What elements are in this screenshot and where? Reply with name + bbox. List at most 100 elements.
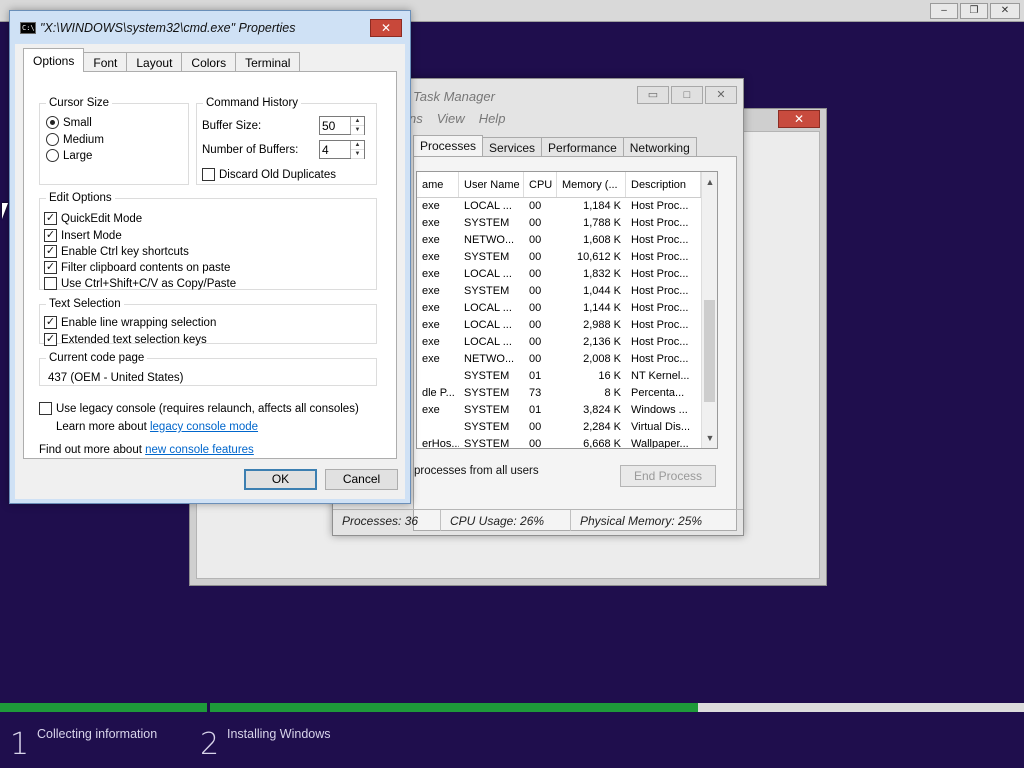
column-cpu[interactable]: CPU bbox=[524, 172, 557, 197]
cell-mem: 1,832 K bbox=[583, 268, 621, 280]
table-row[interactable]: exe NETWO... 00 1,608 K Host Proc... bbox=[417, 232, 717, 249]
radio-medium-indicator[interactable] bbox=[46, 133, 59, 146]
quickedit-mode-label: QuickEdit Mode bbox=[61, 212, 143, 225]
table-row[interactable]: exe LOCAL ... 00 1,832 K Host Proc... bbox=[417, 266, 717, 283]
spin-down-icon[interactable]: ▼ bbox=[351, 126, 364, 135]
radio-large[interactable]: Large bbox=[46, 149, 92, 162]
table-row[interactable]: exe LOCAL ... 00 1,144 K Host Proc... bbox=[417, 300, 717, 317]
setup-close-button[interactable]: ✕ bbox=[990, 3, 1020, 19]
task-manager-close-button[interactable]: ✕ bbox=[705, 86, 737, 104]
ctrl-shift-copy-paste-label: Use Ctrl+Shift+C/V as Copy/Paste bbox=[61, 277, 237, 290]
cell-name: exe bbox=[422, 285, 440, 297]
radio-small[interactable]: Small bbox=[46, 116, 92, 129]
cancel-button[interactable]: Cancel bbox=[325, 469, 398, 490]
table-row[interactable]: exe SYSTEM 00 1,044 K Host Proc... bbox=[417, 283, 717, 300]
legacy-console-checkbox[interactable]: Use legacy console (requires relaunch, a… bbox=[39, 402, 359, 415]
cursor-size-legend: Cursor Size bbox=[49, 97, 110, 109]
spin-up-icon[interactable]: ▲ bbox=[351, 117, 364, 126]
ctrl-shortcuts-box[interactable]: ✓ bbox=[44, 245, 57, 258]
task-manager-minimize-button[interactable]: ▭ bbox=[637, 86, 669, 104]
ok-button[interactable]: OK bbox=[244, 469, 317, 490]
table-row[interactable]: exe LOCAL ... 00 2,988 K Host Proc... bbox=[417, 317, 717, 334]
cell-cpu: 73 bbox=[529, 387, 542, 399]
tab-performance[interactable]: Performance bbox=[541, 137, 624, 157]
cell-cpu: 00 bbox=[529, 200, 542, 212]
radio-small-indicator[interactable] bbox=[46, 116, 59, 129]
setup-restore-button[interactable]: ❐ bbox=[960, 3, 988, 19]
end-process-button[interactable]: End Process bbox=[620, 465, 716, 487]
number-of-buffers-stepper[interactable]: 4 ▲ ▼ bbox=[319, 140, 365, 159]
spin-down-icon[interactable]: ▼ bbox=[351, 150, 364, 159]
process-table-scrollbar[interactable]: ▲ ▼ bbox=[701, 172, 717, 448]
buffer-size-stepper[interactable]: 50 ▲ ▼ bbox=[319, 116, 365, 135]
table-row[interactable]: exe SYSTEM 01 3,824 K Windows ... bbox=[417, 402, 717, 419]
spin-up-icon[interactable]: ▲ bbox=[351, 141, 364, 150]
table-row[interactable]: exe LOCAL ... 00 1,184 K Host Proc... bbox=[417, 198, 717, 215]
column-memory[interactable]: Memory (... bbox=[557, 172, 626, 197]
number-of-buffers-label: Number of Buffers: bbox=[202, 144, 299, 156]
column-user-name[interactable]: User Name bbox=[459, 172, 524, 197]
filter-clipboard-box[interactable]: ✓ bbox=[44, 261, 57, 274]
cell-user: SYSTEM bbox=[464, 421, 510, 433]
tab-terminal[interactable]: Terminal bbox=[235, 52, 301, 72]
process-table[interactable]: ame User Name CPU Memory (... Descriptio… bbox=[416, 171, 718, 449]
table-row[interactable]: erHos... SYSTEM 00 6,668 K Wallpaper... bbox=[417, 436, 717, 448]
tab-networking[interactable]: Networking bbox=[622, 137, 697, 157]
filter-clipboard-label: Filter clipboard contents on paste bbox=[61, 261, 231, 274]
table-row[interactable]: exe LOCAL ... 00 2,136 K Host Proc... bbox=[417, 334, 717, 351]
radio-large-indicator[interactable] bbox=[46, 149, 59, 162]
extended-selection-checkbox[interactable]: ✓ Extended text selection keys bbox=[44, 333, 207, 346]
radio-medium[interactable]: Medium bbox=[46, 133, 104, 146]
column-image-name[interactable]: ame bbox=[417, 172, 459, 197]
tab-processes[interactable]: Processes bbox=[413, 135, 484, 157]
tab-font[interactable]: Font bbox=[83, 52, 128, 72]
menu-help[interactable]: Help bbox=[479, 111, 506, 126]
column-description[interactable]: Description bbox=[626, 172, 701, 197]
cell-user: NETWO... bbox=[464, 353, 515, 365]
table-row[interactable]: exe SYSTEM 00 10,612 K Host Proc... bbox=[417, 249, 717, 266]
cell-user: SYSTEM bbox=[464, 404, 510, 416]
scrollbar-thumb[interactable] bbox=[704, 300, 715, 402]
cell-desc: Host Proc... bbox=[631, 268, 689, 280]
cell-user: LOCAL ... bbox=[464, 200, 512, 212]
show-all-processes-label[interactable]: processes from all users bbox=[414, 465, 539, 477]
table-row[interactable]: SYSTEM 00 2,284 K Virtual Dis... bbox=[417, 419, 717, 436]
quickedit-mode-checkbox[interactable]: ✓ QuickEdit Mode bbox=[44, 212, 142, 225]
table-row[interactable]: SYSTEM 01 16 K NT Kernel... bbox=[417, 368, 717, 385]
ctrl-shift-copy-paste-checkbox[interactable]: Use Ctrl+Shift+C/V as Copy/Paste bbox=[44, 277, 236, 290]
menu-view[interactable]: View bbox=[437, 111, 465, 126]
line-wrapping-box[interactable]: ✓ bbox=[44, 316, 57, 329]
scroll-down-arrow-icon[interactable]: ▼ bbox=[702, 430, 717, 446]
scroll-up-arrow-icon[interactable]: ▲ bbox=[702, 174, 717, 190]
ctrl-shortcuts-checkbox[interactable]: ✓ Enable Ctrl key shortcuts bbox=[44, 245, 189, 258]
ctrl-shift-copy-paste-box[interactable] bbox=[44, 277, 57, 290]
line-wrapping-checkbox[interactable]: ✓ Enable line wrapping selection bbox=[44, 316, 216, 329]
background-window-close-button[interactable]: ✕ bbox=[778, 110, 820, 128]
legacy-console-box[interactable] bbox=[39, 402, 52, 415]
table-row[interactable]: dle P... SYSTEM 73 8 K Percenta... bbox=[417, 385, 717, 402]
insert-mode-checkbox[interactable]: ✓ Insert Mode bbox=[44, 229, 122, 242]
discard-duplicates-box[interactable] bbox=[202, 168, 215, 181]
legacy-console-mode-link[interactable]: legacy console mode bbox=[150, 421, 258, 433]
tab-layout[interactable]: Layout bbox=[126, 52, 183, 72]
new-console-features-link[interactable]: new console features bbox=[145, 444, 254, 456]
tab-colors[interactable]: Colors bbox=[181, 52, 237, 72]
menu-options[interactable]: ns bbox=[409, 111, 423, 126]
tab-options[interactable]: Options bbox=[23, 48, 85, 72]
filter-clipboard-checkbox[interactable]: ✓ Filter clipboard contents on paste bbox=[44, 261, 230, 274]
insert-mode-box[interactable]: ✓ bbox=[44, 229, 57, 242]
tab-services[interactable]: Services bbox=[482, 137, 543, 157]
table-row[interactable]: exe NETWO... 00 2,008 K Host Proc... bbox=[417, 351, 717, 368]
cell-mem: 10,612 K bbox=[576, 251, 621, 263]
extended-selection-box[interactable]: ✓ bbox=[44, 333, 57, 346]
quickedit-mode-box[interactable]: ✓ bbox=[44, 212, 57, 225]
buffer-size-value[interactable]: 50 bbox=[320, 117, 350, 134]
number-of-buffers-value[interactable]: 4 bbox=[320, 141, 350, 158]
setup-minimize-button[interactable]: – bbox=[930, 3, 958, 19]
cell-name: exe bbox=[422, 268, 440, 280]
dialog-close-button[interactable]: ✕ bbox=[370, 19, 402, 37]
discard-duplicates-checkbox[interactable]: Discard Old Duplicates bbox=[202, 168, 336, 181]
table-row[interactable]: exe SYSTEM 00 1,788 K Host Proc... bbox=[417, 215, 717, 232]
task-manager-maximize-button[interactable]: □ bbox=[671, 86, 703, 104]
cell-desc: Host Proc... bbox=[631, 251, 689, 263]
